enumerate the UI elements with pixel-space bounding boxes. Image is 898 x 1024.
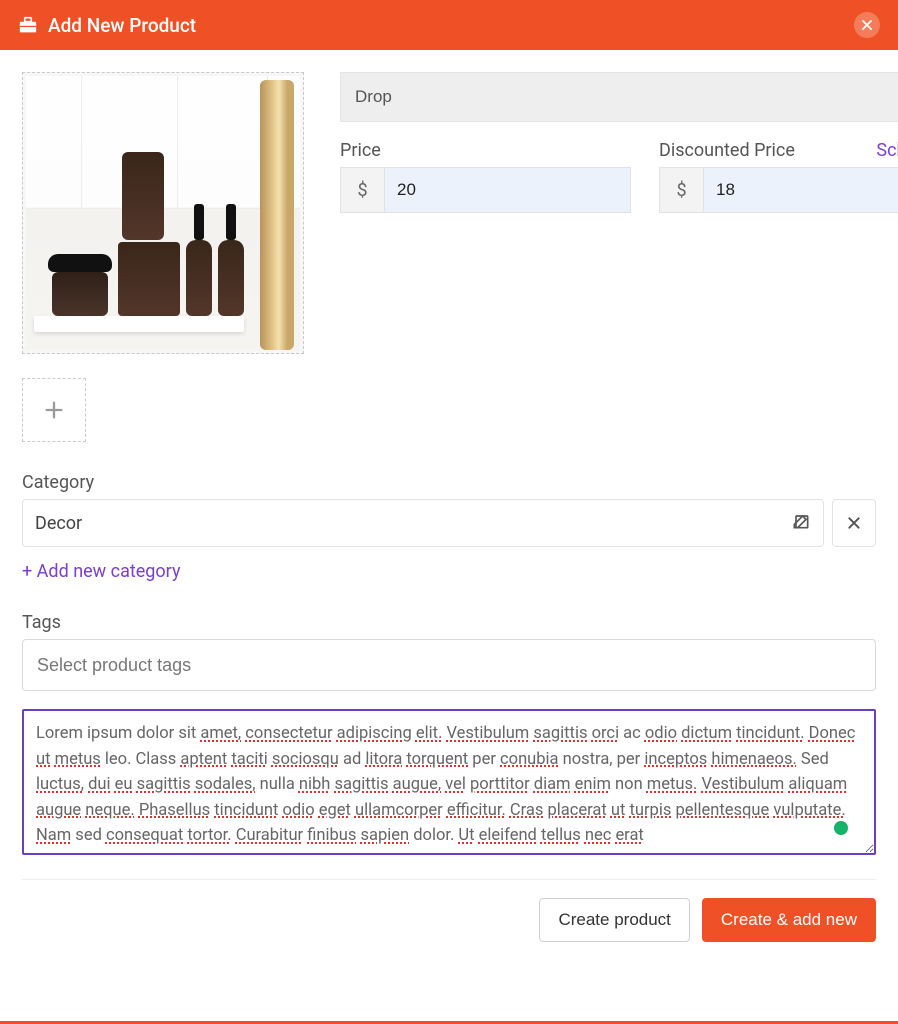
price-input[interactable]	[385, 168, 630, 212]
create-and-add-new-button[interactable]: Create & add new	[702, 898, 876, 942]
description-textarea[interactable]: Lorem ipsum dolor sit amet, consectetur …	[22, 709, 876, 855]
tags-input[interactable]	[22, 639, 876, 691]
x-icon	[846, 515, 862, 531]
discounted-price-input[interactable]	[704, 168, 898, 212]
category-display[interactable]: Decor	[22, 499, 824, 547]
modal-title: Add New Product	[48, 14, 196, 37]
grammarly-icon[interactable]	[834, 821, 848, 835]
price-currency-symbol: $	[341, 168, 385, 212]
product-name-input[interactable]	[340, 72, 898, 122]
discounted-price-label: Discounted Price	[659, 140, 795, 161]
plus-icon	[43, 399, 65, 421]
category-label: Category	[22, 472, 876, 493]
create-product-button[interactable]: Create product	[539, 898, 689, 942]
category-remove-button[interactable]	[832, 499, 876, 547]
price-label: Price	[340, 140, 381, 161]
add-category-link[interactable]: + Add new category	[22, 561, 180, 582]
product-image-upload[interactable]	[22, 72, 304, 354]
modal-header: Add New Product	[0, 0, 898, 50]
modal-footer: Create product Create & add new	[22, 879, 876, 964]
discounted-currency-symbol: $	[660, 168, 704, 212]
close-button[interactable]	[854, 12, 880, 38]
add-gallery-image-button[interactable]	[22, 378, 86, 442]
tags-label: Tags	[22, 612, 876, 633]
edit-icon	[791, 511, 811, 531]
category-edit-button[interactable]	[791, 511, 811, 536]
product-image	[26, 76, 300, 350]
category-value: Decor	[35, 513, 82, 534]
close-icon	[860, 18, 874, 32]
schedule-link[interactable]: Schedule	[876, 140, 898, 161]
briefcase-icon	[18, 16, 38, 34]
